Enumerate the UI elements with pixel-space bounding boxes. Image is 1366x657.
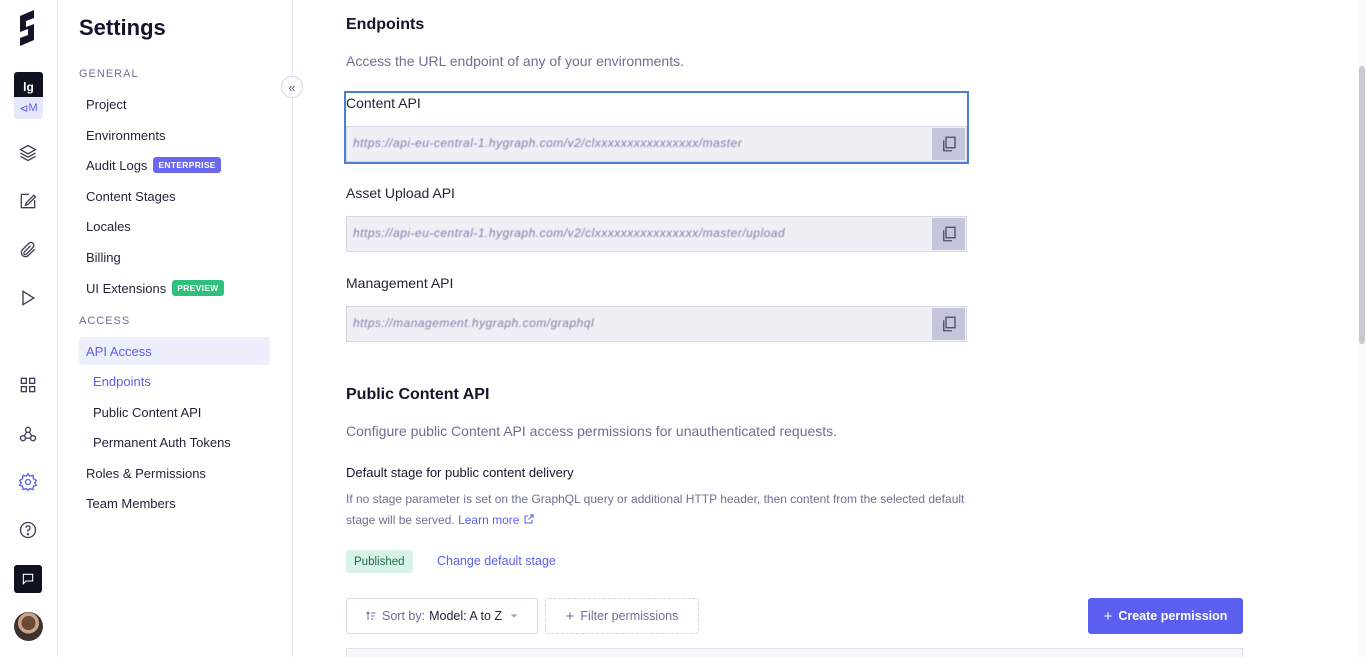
sidebar-item-label: Audit Logs xyxy=(86,157,148,173)
stage-badge: Published xyxy=(346,550,413,573)
paperclip-icon[interactable] xyxy=(14,236,42,264)
play-icon[interactable] xyxy=(14,284,42,312)
sidebar-item-permanent-auth-tokens[interactable]: Permanent Auth Tokens xyxy=(79,428,270,456)
sidebar-item-locales[interactable]: Locales xyxy=(79,212,270,240)
section-label-access: ACCESS xyxy=(79,315,131,327)
sort-value: Model: A to Z xyxy=(429,609,503,623)
sidebar-item-team-members[interactable]: Team Members xyxy=(79,489,270,517)
copy-icon xyxy=(942,316,956,332)
chevron-down-icon xyxy=(510,614,518,618)
copy-asset-upload-api-button[interactable] xyxy=(932,218,965,250)
sidebar-item-public-content-api[interactable]: Public Content API xyxy=(79,398,270,426)
layers-icon[interactable] xyxy=(14,139,42,167)
sidebar-item-label: Billing xyxy=(86,249,121,265)
sidebar-item-label: Project xyxy=(86,96,127,112)
management-api-label: Management API xyxy=(346,275,454,291)
sidebar-item-project[interactable]: Project xyxy=(79,90,270,118)
icon-rail: lg ⊲ M xyxy=(0,0,58,657)
external-link-icon xyxy=(524,514,534,524)
sidebar-item-label: Permanent Auth Tokens xyxy=(93,434,231,450)
project-initials: lg xyxy=(23,79,34,94)
public-content-api-title: Public Content API xyxy=(346,386,490,403)
sidebar-item-label: Public Content API xyxy=(93,404,202,420)
section-label-general: GENERAL xyxy=(79,68,139,80)
settings-icon[interactable] xyxy=(14,468,42,496)
permissions-table xyxy=(346,648,1243,657)
sidebar-title: Settings xyxy=(79,15,166,40)
plus-icon: + xyxy=(1103,607,1113,625)
sidebar-item-endpoints[interactable]: Endpoints xyxy=(79,367,270,395)
environment-initial: M xyxy=(28,102,38,114)
sidebar-item-label: UI Extensions xyxy=(86,280,167,296)
copy-content-api-button[interactable] xyxy=(932,128,965,160)
settings-sidebar: Settings GENERAL Project Environments Au… xyxy=(59,0,293,657)
copy-management-api-button[interactable] xyxy=(932,308,965,340)
content-api-label: Content API xyxy=(346,95,421,111)
sidebar-item-audit-logs[interactable]: Audit Logs ENTERPRISE xyxy=(79,151,270,179)
sidebar-item-api-access[interactable]: API Access xyxy=(79,337,270,365)
asset-upload-api-field[interactable]: https://api-eu-central-1.hygraph.com/v2/… xyxy=(346,216,967,252)
sidebar-item-environments[interactable]: Environments xyxy=(79,121,270,149)
sidebar-item-label: Endpoints xyxy=(93,373,151,389)
management-api-field[interactable]: https://management.hygraph.com/graphql xyxy=(346,306,967,342)
asset-upload-api-label: Asset Upload API xyxy=(346,185,455,201)
sidebar-item-ui-extensions[interactable]: UI Extensions PREVIEW xyxy=(79,274,270,302)
sidebar-item-label: Team Members xyxy=(86,495,176,511)
apps-icon[interactable] xyxy=(14,371,42,399)
logo-icon[interactable] xyxy=(16,10,42,46)
create-permission-label: Create permission xyxy=(1118,609,1228,623)
management-api-url: https://management.hygraph.com/graphql xyxy=(353,316,595,330)
help-icon[interactable] xyxy=(14,516,42,544)
sidebar-item-label: API Access xyxy=(86,343,152,359)
sidebar-item-roles-permissions[interactable]: Roles & Permissions xyxy=(79,459,270,487)
main-content: Endpoints Access the URL endpoint of any… xyxy=(294,0,1352,657)
preview-badge: PREVIEW xyxy=(172,280,224,296)
default-stage-help: If no stage parameter is set on the Grap… xyxy=(346,489,966,531)
change-default-stage-link[interactable]: Change default stage xyxy=(437,554,556,568)
sidebar-item-label: Locales xyxy=(86,218,131,234)
plus-icon: + xyxy=(565,607,575,625)
sidebar-item-label: Content Stages xyxy=(86,188,176,204)
sidebar-item-content-stages[interactable]: Content Stages xyxy=(79,182,270,210)
default-stage-help-text: If no stage parameter is set on the Grap… xyxy=(346,492,965,527)
sort-icon xyxy=(366,611,376,620)
sidebar-item-label: Roles & Permissions xyxy=(86,465,206,481)
learn-more-label: Learn more xyxy=(458,513,520,527)
edit-icon[interactable] xyxy=(14,187,42,215)
page-scrollbar[interactable] xyxy=(1358,0,1366,657)
learn-more-link[interactable]: Learn more xyxy=(458,513,535,527)
filter-permissions-button[interactable]: + Filter permissions xyxy=(545,598,699,634)
copy-icon xyxy=(942,136,956,152)
content-api-url: https://api-eu-central-1.hygraph.com/v2/… xyxy=(353,136,743,150)
asset-upload-api-url: https://api-eu-central-1.hygraph.com/v2/… xyxy=(353,226,786,240)
sidebar-item-billing[interactable]: Billing xyxy=(79,243,270,271)
scrollbar-thumb[interactable] xyxy=(1359,66,1365,344)
public-content-api-description: Configure public Content API access perm… xyxy=(346,423,838,439)
sort-prefix: Sort by: xyxy=(382,609,426,623)
endpoints-description: Access the URL endpoint of any of your e… xyxy=(346,53,684,69)
chat-icon[interactable] xyxy=(14,565,42,593)
filter-permissions-label: Filter permissions xyxy=(580,609,679,623)
create-permission-button[interactable]: + Create permission xyxy=(1088,598,1243,634)
webhooks-icon[interactable] xyxy=(14,420,42,448)
endpoints-title: Endpoints xyxy=(346,16,425,33)
content-api-field[interactable]: https://api-eu-central-1.hygraph.com/v2/… xyxy=(346,126,967,162)
environment-badge[interactable]: ⊲ M xyxy=(14,97,43,119)
enterprise-badge: ENTERPRISE xyxy=(153,157,221,173)
sort-dropdown[interactable]: Sort by: Model: A to Z xyxy=(346,598,538,634)
sidebar-item-label: Environments xyxy=(86,127,166,143)
avatar[interactable] xyxy=(14,612,43,641)
default-stage-heading: Default stage for public content deliver… xyxy=(346,465,574,480)
copy-icon xyxy=(942,226,956,242)
